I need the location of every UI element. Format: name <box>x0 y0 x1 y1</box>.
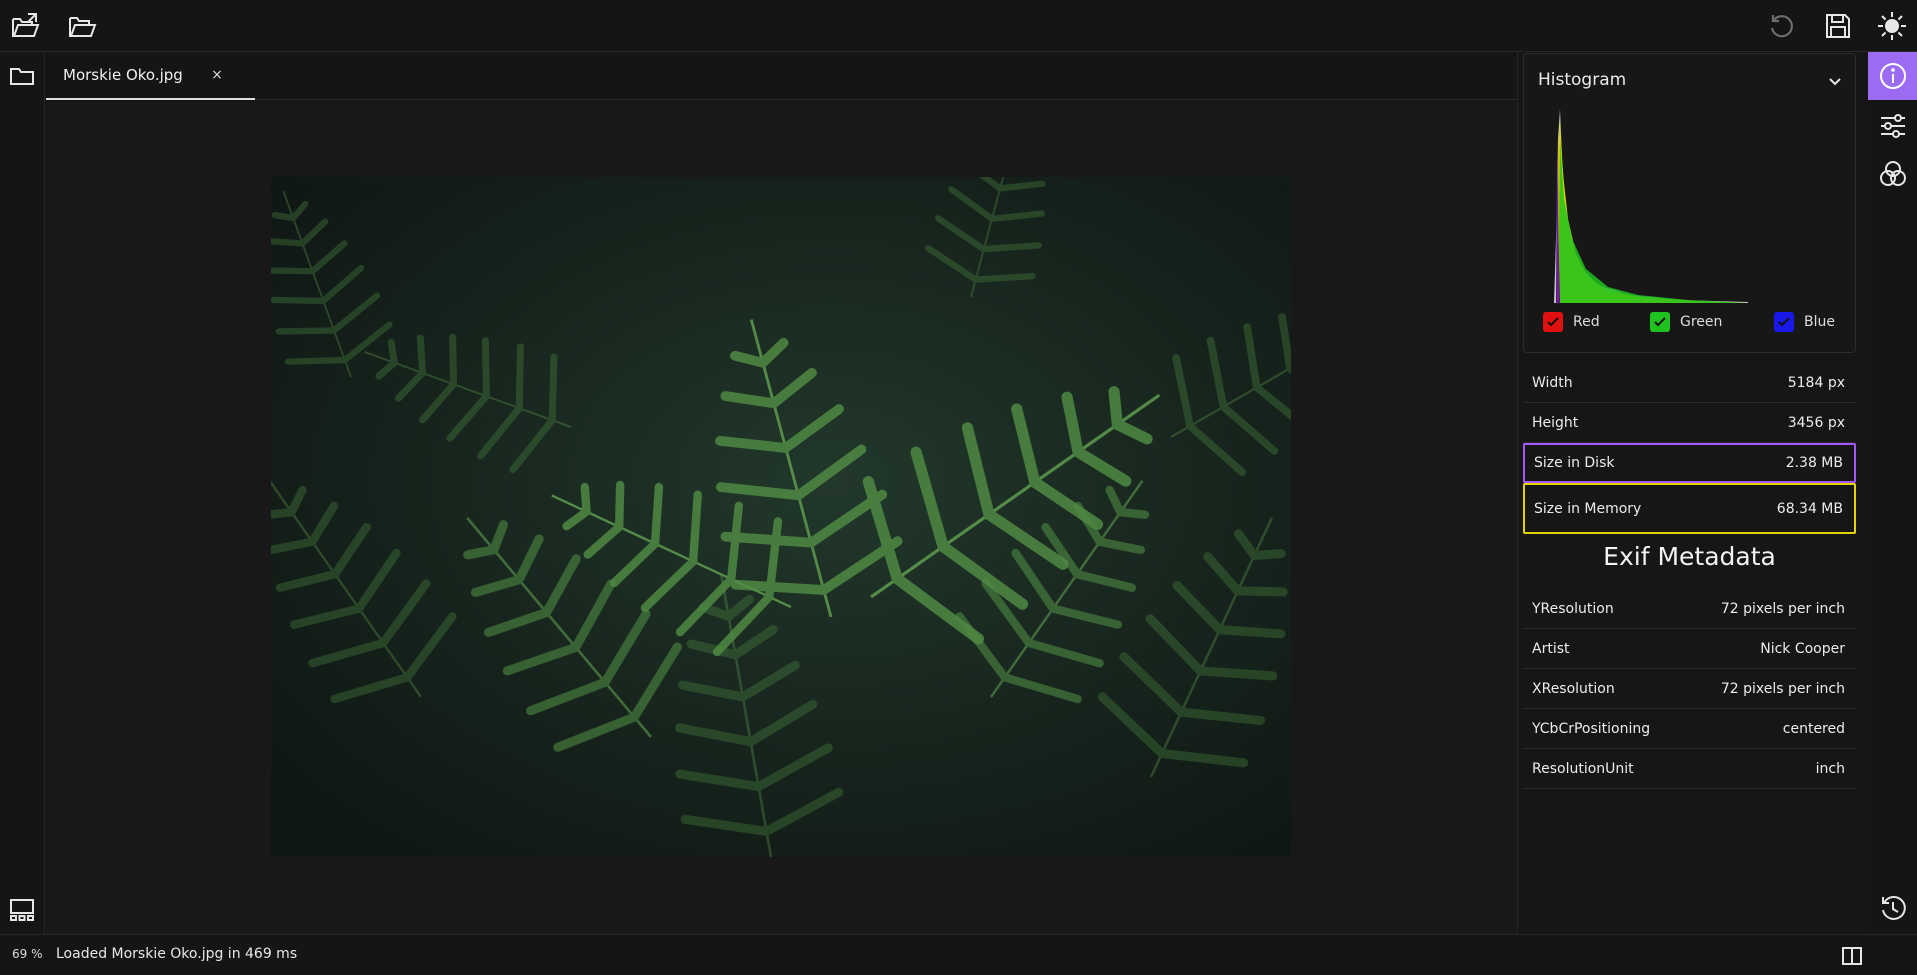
info-value: 68.34 MB <box>1776 500 1843 517</box>
checkmark-icon <box>1654 317 1666 327</box>
exif-value: 72 pixels per inch <box>1720 600 1845 617</box>
exif-label: YCbCrPositioning <box>1532 720 1651 737</box>
histogram-plot <box>1554 109 1748 303</box>
exif-list: YResolution 72 pixels per inch Artist Ni… <box>1523 589 1856 789</box>
exif-label: XResolution <box>1532 680 1615 697</box>
info-row-width: Width 5184 px <box>1523 363 1856 403</box>
tab-image[interactable]: Morskie Oko.jpg × <box>46 52 255 100</box>
undo-icon <box>1770 15 1793 38</box>
histogram-card: Histogram Red Green Blue <box>1523 53 1856 353</box>
open-external-icon <box>12 13 40 37</box>
open-external-button[interactable] <box>6 6 46 46</box>
info-panel-button[interactable] <box>1868 52 1917 100</box>
exif-row: YResolution 72 pixels per inch <box>1523 589 1856 629</box>
checkbox-blue[interactable] <box>1774 312 1794 332</box>
status-message: Loaded Morskie Oko.jpg in 469 ms <box>56 946 298 962</box>
split-view-icon <box>1842 947 1862 965</box>
legend-label-blue: Blue <box>1804 314 1835 330</box>
open-folder-button[interactable] <box>63 6 103 46</box>
tab-close-button[interactable]: × <box>204 62 230 88</box>
status-bar: 69 % Loaded Morskie Oko.jpg in 469 ms <box>0 934 1917 975</box>
top-toolbar <box>0 0 1917 52</box>
history-button[interactable] <box>1868 884 1917 932</box>
fern-photo <box>271 177 1291 857</box>
gallery-toggle-button[interactable] <box>4 892 40 928</box>
legend-label-green: Green <box>1680 314 1723 330</box>
sun-icon <box>1878 12 1906 40</box>
image-info-list: Width 5184 px Height 3456 px Size in Dis… <box>1523 363 1856 534</box>
exif-label: ResolutionUnit <box>1532 760 1634 777</box>
image-preview <box>271 177 1291 857</box>
sliders-icon <box>1880 114 1905 138</box>
theme-toggle-button[interactable] <box>1872 6 1912 46</box>
tab-bar: Morskie Oko.jpg × <box>46 52 1517 100</box>
exif-row: ResolutionUnit inch <box>1523 749 1856 789</box>
save-icon <box>1826 14 1850 38</box>
info-row-height: Height 3456 px <box>1523 403 1856 443</box>
exif-value: inch <box>1815 760 1845 777</box>
histogram-title: Histogram <box>1538 70 1627 90</box>
history-icon <box>1881 896 1906 920</box>
exif-row: Artist Nick Cooper <box>1523 629 1856 669</box>
exif-label: Artist <box>1532 640 1570 657</box>
file-browser-button[interactable] <box>4 58 40 94</box>
gallery-icon <box>10 899 34 921</box>
histogram-legend-blue[interactable]: Blue <box>1774 312 1835 332</box>
left-sidebar <box>0 52 45 934</box>
histogram-collapse-button[interactable] <box>1823 70 1847 94</box>
exif-value: 72 pixels per inch <box>1720 680 1845 697</box>
histogram-legend-green[interactable]: Green <box>1650 312 1722 332</box>
tab-title: Morskie Oko.jpg <box>63 66 183 84</box>
checkbox-green[interactable] <box>1650 312 1670 332</box>
info-label: Size in Disk <box>1534 455 1615 471</box>
exif-value: centered <box>1782 720 1845 737</box>
exif-value: Nick Cooper <box>1760 640 1845 657</box>
info-value: 2.38 MB <box>1785 455 1843 471</box>
chevron-down-icon <box>1829 78 1841 86</box>
split-view-button[interactable] <box>1839 943 1865 969</box>
checkmark-icon <box>1547 317 1559 327</box>
exif-title: Exif Metadata <box>1603 542 1776 571</box>
undo-button[interactable] <box>1761 6 1801 46</box>
info-row-size-disk: Size in Disk 2.38 MB <box>1523 443 1856 483</box>
zoom-level[interactable]: 69 % <box>12 947 43 961</box>
info-icon <box>1879 63 1906 89</box>
open-folder-icon <box>69 17 97 37</box>
color-circles-icon <box>1879 161 1906 186</box>
right-sidebar <box>1868 52 1917 934</box>
folder-icon <box>10 68 34 85</box>
save-button[interactable] <box>1818 6 1858 46</box>
histogram-legend-red[interactable]: Red <box>1543 312 1600 332</box>
checkmark-icon <box>1778 317 1790 327</box>
info-value: 3456 px <box>1787 414 1845 431</box>
info-label: Height <box>1532 414 1579 431</box>
adjustments-button[interactable] <box>1868 102 1917 150</box>
info-value: 5184 px <box>1787 374 1845 391</box>
legend-label-red: Red <box>1573 314 1600 330</box>
info-panel: Histogram Red Green Blue Width 5184 px H… <box>1517 52 1868 934</box>
exif-row: YCbCrPositioning centered <box>1523 709 1856 749</box>
info-label: Width <box>1532 374 1573 391</box>
checkbox-red[interactable] <box>1543 312 1563 332</box>
color-channels-button[interactable] <box>1868 150 1917 198</box>
image-canvas[interactable] <box>46 101 1517 934</box>
exif-label: YResolution <box>1532 600 1614 617</box>
info-label: Size in Memory <box>1534 500 1642 517</box>
info-row-size-memory: Size in Memory 68.34 MB <box>1523 483 1856 534</box>
exif-row: XResolution 72 pixels per inch <box>1523 669 1856 709</box>
